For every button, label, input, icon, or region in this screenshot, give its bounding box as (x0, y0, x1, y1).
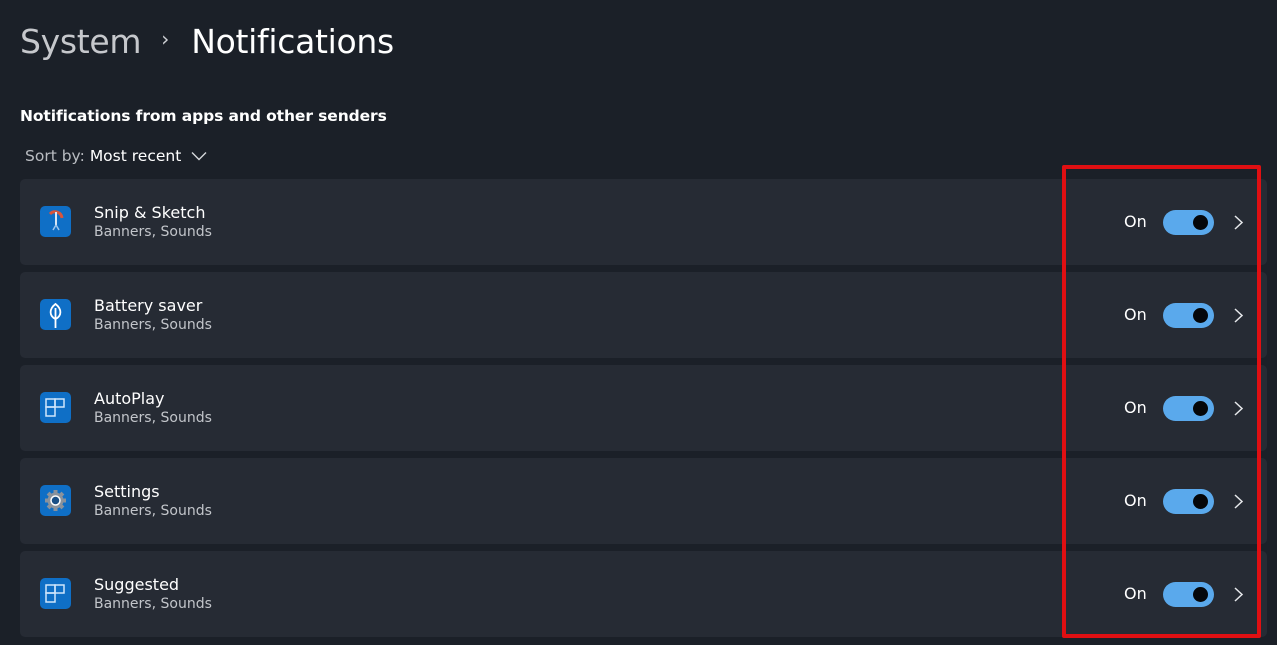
toggle-state-label: On (1124, 212, 1147, 231)
toggle-state-label: On (1124, 305, 1147, 324)
app-row-battery-saver[interactable]: Battery saver Banners, Sounds On (20, 272, 1267, 358)
app-name: Suggested (94, 575, 180, 594)
app-notification-types: Banners, Sounds (94, 503, 212, 519)
app-name: AutoPlay (94, 389, 165, 408)
sort-label: Sort by: (25, 147, 85, 165)
section-title: Notifications from apps and other sender… (20, 107, 387, 125)
app-notification-types: Banners, Sounds (94, 596, 212, 612)
app-row-settings[interactable]: Settings Banners, Sounds On (20, 458, 1267, 544)
settings-gear-icon (40, 485, 71, 516)
chevron-right-icon[interactable] (1232, 214, 1244, 231)
app-name: Settings (94, 482, 160, 501)
snip-sketch-icon (40, 206, 71, 237)
sort-dropdown[interactable]: Sort by: Most recent (25, 147, 207, 165)
notification-toggle[interactable] (1163, 396, 1214, 421)
app-notification-types: Banners, Sounds (94, 317, 212, 333)
autoplay-tiles-icon (40, 392, 71, 423)
app-notification-types: Banners, Sounds (94, 410, 212, 426)
breadcrumb-separator-icon: › (161, 27, 170, 51)
breadcrumb: System › Notifications (20, 18, 394, 64)
app-row-suggested[interactable]: Suggested Banners, Sounds On (20, 551, 1267, 637)
toggle-knob (1193, 308, 1208, 323)
toggle-knob (1193, 401, 1208, 416)
notification-toggle[interactable] (1163, 303, 1214, 328)
breadcrumb-system-link[interactable]: System (20, 22, 142, 61)
notification-toggle[interactable] (1163, 489, 1214, 514)
app-name: Snip & Sketch (94, 203, 206, 222)
toggle-knob (1193, 494, 1208, 509)
app-row-snip-sketch[interactable]: Snip & Sketch Banners, Sounds On (20, 179, 1267, 265)
chevron-right-icon[interactable] (1232, 307, 1244, 324)
app-name: Battery saver (94, 296, 203, 315)
suggested-tiles-icon (40, 578, 71, 609)
chevron-right-icon[interactable] (1232, 586, 1244, 603)
toggle-state-label: On (1124, 398, 1147, 417)
sort-value[interactable]: Most recent (90, 147, 181, 165)
chevron-down-icon[interactable] (191, 151, 207, 161)
app-notification-types: Banners, Sounds (94, 224, 212, 240)
notification-toggle[interactable] (1163, 210, 1214, 235)
toggle-state-label: On (1124, 584, 1147, 603)
toggle-knob (1193, 215, 1208, 230)
chevron-right-icon[interactable] (1232, 493, 1244, 510)
toggle-state-label: On (1124, 491, 1147, 510)
chevron-right-icon[interactable] (1232, 400, 1244, 417)
notification-toggle[interactable] (1163, 582, 1214, 607)
toggle-knob (1193, 587, 1208, 602)
app-notification-list: Snip & Sketch Banners, Sounds On Battery… (20, 179, 1267, 644)
battery-saver-leaf-icon (40, 299, 71, 330)
app-row-autoplay[interactable]: AutoPlay Banners, Sounds On (20, 365, 1267, 451)
page-title: Notifications (191, 21, 394, 61)
